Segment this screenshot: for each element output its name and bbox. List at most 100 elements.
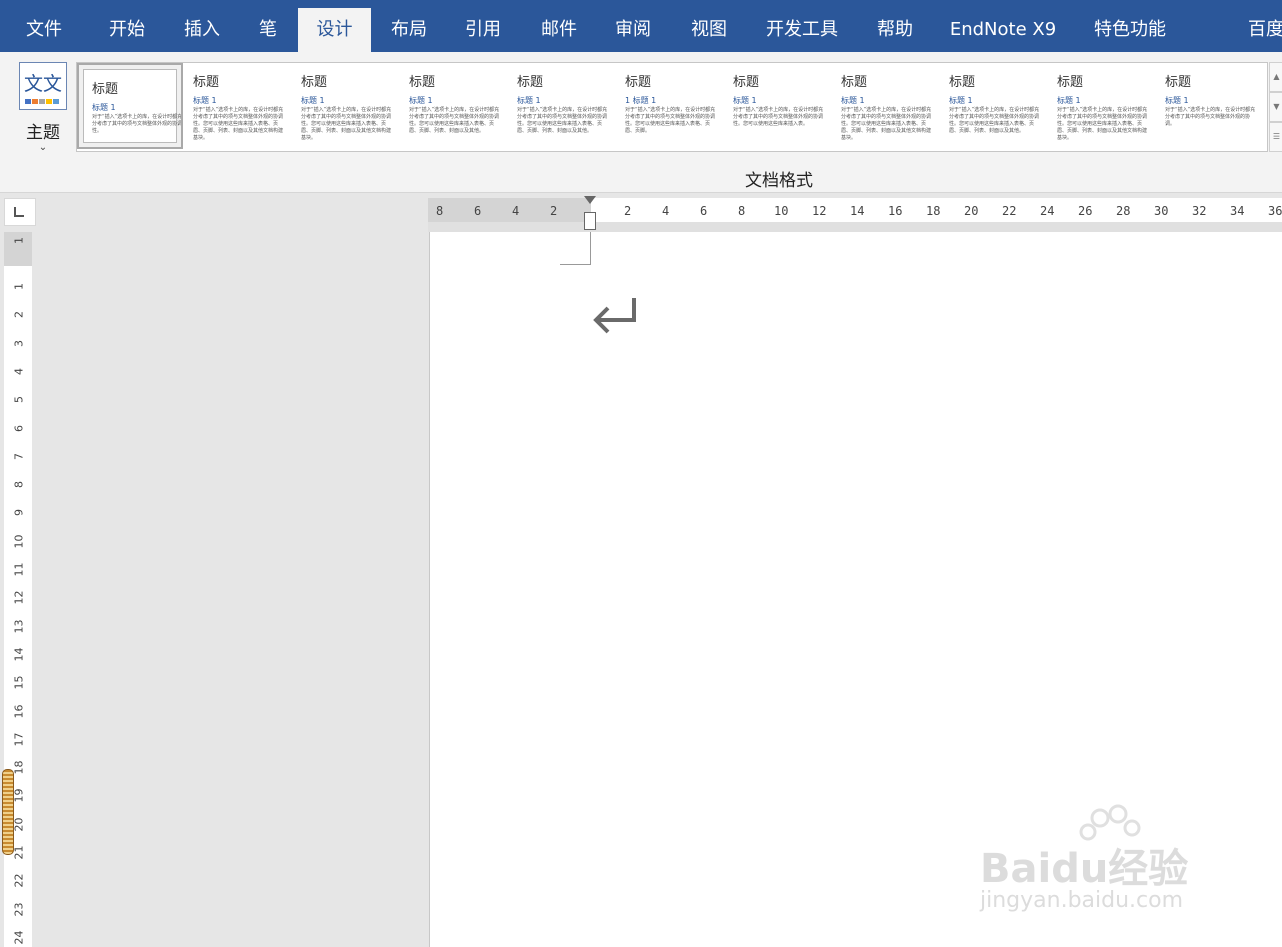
vruler-tick-label: 22 [12, 873, 26, 888]
style-set-4[interactable]: 标题 标题 1 对于“插入”选项卡上的库，在设计时都充分考虑了其中的项与文档整体外观… [509, 63, 615, 149]
ruler-margin-left [428, 198, 591, 224]
tab-4[interactable]: 设计 [298, 8, 371, 52]
style-title: 标题 [625, 75, 652, 90]
gallery-scroll-down-button[interactable]: ▼ [1269, 92, 1282, 122]
tab-14[interactable]: 百度 [1236, 8, 1282, 52]
theme-button[interactable]: 文文 主题 ⌄ [12, 58, 74, 158]
watermark-url: jingyan.baidu.com [980, 888, 1184, 913]
tab-7[interactable]: 邮件 [528, 8, 590, 52]
tab-12[interactable]: EndNote X9 [940, 8, 1066, 52]
watermark-text: Baidu经验 [980, 846, 1189, 892]
style-body: 对于“插入”选项卡上的库，在设计时都充分考虑了其中的项与文档整体外观的协调性。您… [733, 107, 824, 127]
style-body: 对于“插入”选项卡上的库，在设计时都充分考虑了其中的项与文档整体外观的协调性。 [92, 114, 183, 134]
first-line-indent-marker[interactable] [584, 196, 596, 204]
tab-stop-selector[interactable] [4, 198, 36, 226]
style-title: 标题 [949, 75, 976, 90]
vruler-tick-label: 23 [12, 902, 26, 917]
gallery-scroll: ▲ ▼ ☰ [1267, 62, 1282, 152]
style-set-10[interactable]: 标题 标题 1 对于“插入”选项卡上的库，在设计时都充分考虑了其中的项与文档整体外观… [1157, 63, 1263, 149]
ruler-tick-label: 18 [926, 204, 941, 218]
baidu-watermark-logo: Baidu经验 jingyan.baidu.com [980, 804, 1220, 920]
ruler-tick-label: 22 [1002, 204, 1017, 218]
style-set-1[interactable]: 标题标题 1 对于“插入”选项卡上的库，在设计时都充分考虑了其中的项与文档整体外观… [185, 63, 291, 149]
group-label-document-formatting: 文档格式 [745, 171, 813, 191]
horizontal-ruler[interactable]: 8 6 4 2 2 4 6 8 10 12 14 16 18 20 22 24 26 28 30 32 34 36 [428, 198, 1282, 232]
vruler-tick-label: 7 [12, 452, 26, 460]
style-set-7[interactable]: 标题 标题 1 对于“插入”选项卡上的库，在设计时都充分考虑了其中的项与文档整体外观… [833, 63, 939, 149]
vruler-tick-label: 18 [12, 760, 26, 775]
style-heading: 标题 1 [949, 96, 973, 105]
ribbon-design: 文文 主题 ⌄ 标题标题 1 对于“插入”选项卡上的库，在设计时都充分考虑了其中的… [0, 52, 1282, 193]
vruler-tick-label: 13 [12, 619, 26, 634]
scroll-thumb[interactable] [2, 769, 14, 855]
ruler-tick-label: 26 [1078, 204, 1093, 218]
style-body: 对于“插入”选项卡上的库，在设计时都充分考虑了其中的项与文档整体外观的协调性。您… [517, 107, 608, 134]
left-indent-marker[interactable] [584, 212, 596, 230]
style-body: 对于“插入”选项卡上的库，在设计时都充分考虑了其中的项与文档整体外观的协调性。您… [193, 107, 284, 141]
style-title: 标题 [92, 82, 119, 97]
ruler-tick-label: 14 [850, 204, 865, 218]
style-set-0[interactable]: 标题 标题 1 对于“插入”选项卡上的库，在设计时都充分考虑了其中的项与文档整体外观… [77, 63, 183, 149]
ruler-tick-label: 32 [1192, 204, 1207, 218]
style-title: 标题 [1057, 75, 1084, 90]
ruler-tick-label: 34 [1230, 204, 1245, 218]
ruler-tick-label: 20 [964, 204, 979, 218]
vruler-tick-label: 1 [12, 283, 26, 290]
style-title: 标题 [733, 75, 760, 90]
style-set-2[interactable]: 标题 标题 1 对于“插入”选项卡上的库，在设计时都充分考虑了其中的项与文档整体外观… [293, 63, 399, 149]
vruler-tick-label: 12 [12, 590, 26, 605]
tab-11[interactable]: 帮助 [864, 8, 926, 52]
ruler-tick-label: 10 [774, 204, 789, 218]
ruler-tick-label: 24 [1040, 204, 1055, 218]
vruler-tick-label: 6 [12, 424, 26, 432]
style-set-gallery: 标题标题 1 对于“插入”选项卡上的库，在设计时都充分考虑了其中的项与文档整体外观… [76, 62, 1268, 152]
tab-3[interactable]: 笔 [248, 8, 288, 52]
vruler-tick-label: 21 [12, 845, 26, 860]
style-set-5[interactable]: 标题 1 标题 1 对于“插入”选项卡上的库，在设计时都充分考虑了其中的项与文档整体… [617, 63, 723, 149]
vruler-tick-label: 9 [12, 509, 26, 517]
style-set-6[interactable]: 标题 标题 1 对于“插入”选项卡上的库，在设计时都充分考虑了其中的项与文档整体外观… [725, 63, 831, 149]
style-body: 对于“插入”选项卡上的库，在设计时都充分考虑了其中的项与文档整体外观的协调性。您… [625, 107, 716, 134]
style-heading: 标题 1 [409, 96, 433, 105]
vruler-tick-label: 11 [12, 562, 26, 577]
style-title: 标题 [193, 75, 220, 90]
ruler-tick-label: 16 [888, 204, 903, 218]
chevron-down-icon: ⌄ [38, 142, 48, 153]
tab-13[interactable]: 特色功能 [1080, 8, 1180, 52]
style-set-3[interactable]: 标题 标题 1 对于“插入”选项卡上的库，在设计时都充分考虑了其中的项与文档整体外观… [401, 63, 507, 149]
tab-1[interactable]: 开始 [94, 8, 160, 52]
ruler-tick-label: 8 [738, 204, 746, 218]
style-set-9[interactable]: 标题 标题 1 对于“插入”选项卡上的库，在设计时都充分考虑了其中的项与文档整体外观… [1049, 63, 1155, 149]
tab-2[interactable]: 插入 [170, 8, 234, 52]
style-heading: 标题 1 [841, 96, 865, 105]
style-heading: 标题 1 [517, 96, 541, 105]
tab-8[interactable]: 审阅 [602, 8, 664, 52]
style-set-8[interactable]: 标题 标题 1 对于“插入”选项卡上的库，在设计时都充分考虑了其中的项与文档整体外观… [941, 63, 1047, 149]
style-heading: 1 标题 1 [625, 96, 657, 105]
gallery-scroll-up-button[interactable]: ▲ [1269, 62, 1282, 92]
vruler-tick-label: 24 [12, 930, 26, 945]
tab-9[interactable]: 视图 [678, 8, 740, 52]
ruler-tick-label: 6 [474, 204, 482, 218]
vruler-tick-label: 10 [12, 534, 26, 549]
ruler-tick-label: 36 [1268, 204, 1282, 218]
ruler-edge [428, 222, 1282, 232]
ruler-tick-label: 8 [436, 204, 444, 218]
ruler-tick-label: 12 [812, 204, 827, 218]
tab-6[interactable]: 引用 [452, 8, 514, 52]
vruler-tick-label: 2 [12, 311, 26, 319]
vruler-tick-label: 4 [12, 367, 26, 375]
gallery-more-button[interactable]: ☰ [1269, 122, 1282, 152]
tab-10[interactable]: 开发工具 [752, 8, 852, 52]
ribbon-tab-bar: 文件 开始 插入笔设计 布局 引用 邮件 审阅 视图 开发工具 帮助 EndNote X9 特色功能 百… [0, 0, 1282, 52]
tab-0[interactable]: 文件 [8, 8, 80, 52]
style-heading: 标题 1 [193, 96, 217, 105]
vruler-tick-label: 3 [12, 339, 26, 347]
style-heading: 标题 1 [1165, 96, 1189, 105]
vruler-tick-label: 17 [12, 732, 26, 747]
style-body: 对于“插入”选项卡上的库，在设计时都充分考虑了其中的项与文档整体外观的协调性。您… [409, 107, 500, 134]
left-tab-icon [14, 207, 24, 217]
tab-5[interactable]: 布局 [377, 8, 441, 52]
style-body: 对于“插入”选项卡上的库，在设计时都充分考虑了其中的项与文档整体外观的协调性。您… [301, 107, 392, 141]
style-body: 对于“插入”选项卡上的库，在设计时都充分考虑了其中的项与文档整体外观的协调。 [1165, 107, 1256, 127]
